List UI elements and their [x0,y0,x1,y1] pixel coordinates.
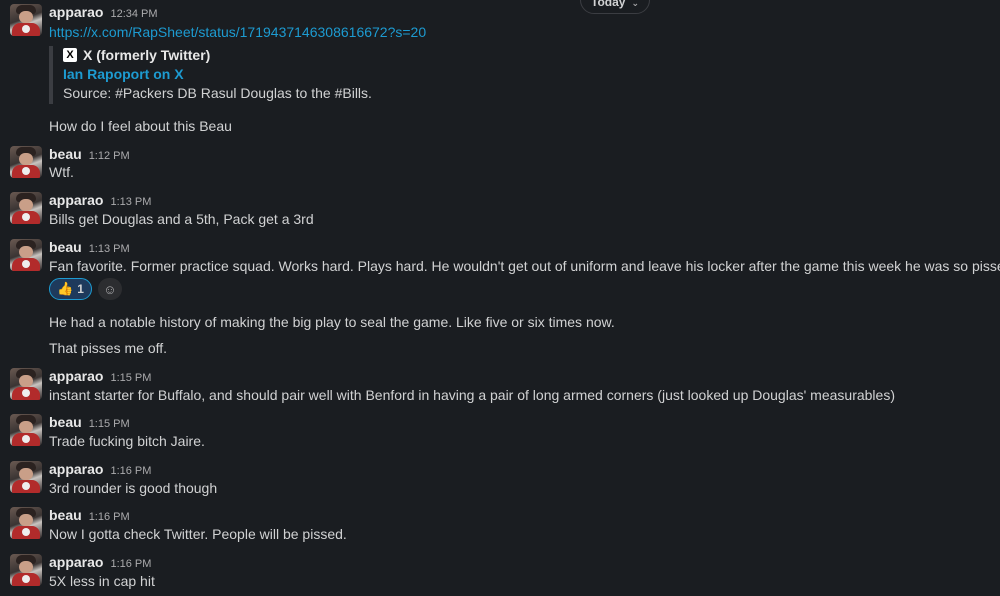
avatar[interactable] [10,239,42,271]
avatar[interactable] [10,461,42,493]
message-link[interactable]: https://x.com/RapSheet/status/1719437146… [49,24,426,40]
message-text: Fan favorite. Former practice squad. Wor… [49,258,1000,274]
message-feed: Today ⌄ apparao 12:34 PM https://x.com/R… [0,0,1000,596]
avatar[interactable] [10,192,42,224]
message-text: He had a notable history of making the b… [49,314,615,330]
message-header: apparao 12:34 PM [49,4,158,22]
message-header: apparao 1:15 PM [49,368,151,386]
date-divider-label: Today [591,0,626,9]
author-name[interactable]: apparao [49,4,103,20]
message-text: 5X less in cap hit [49,573,155,589]
author-name[interactable]: apparao [49,554,103,570]
thumbs-up-icon: 👍 [57,281,74,296]
message-header: apparao 1:13 PM [49,192,151,210]
message-header: apparao 1:16 PM [49,461,151,479]
message-text: Now I gotta check Twitter. People will b… [49,526,347,542]
x-logo-icon: X [63,48,77,62]
avatar[interactable] [10,146,42,178]
avatar[interactable] [10,368,42,400]
timestamp[interactable]: 1:16 PM [110,465,151,477]
author-name[interactable]: beau [49,146,82,162]
author-name[interactable]: beau [49,507,82,523]
message-header: beau 1:12 PM [49,146,130,164]
reaction-pill[interactable]: 👍 1 [49,278,92,300]
message-text: instant starter for Buffalo, and should … [49,387,895,403]
unfurl-source-label: X (formerly Twitter) [83,47,211,63]
timestamp[interactable]: 1:12 PM [89,150,130,162]
message-header: beau 1:16 PM [49,507,130,525]
author-name[interactable]: beau [49,414,82,430]
message-header: beau 1:15 PM [49,414,130,432]
timestamp[interactable]: 1:16 PM [110,558,151,570]
add-emoji-icon: ☺ [103,281,117,297]
timestamp[interactable]: 12:34 PM [110,8,157,20]
message-text: Wtf. [49,164,74,180]
message-text: How do I feel about this Beau [49,118,232,134]
message-text: 3rd rounder is good though [49,480,218,496]
date-divider-button[interactable]: Today ⌄ [580,0,650,14]
author-name[interactable]: apparao [49,368,103,384]
timestamp[interactable]: 1:15 PM [110,372,151,384]
link-unfurl: X X (formerly Twitter) Ian Rapoport on X… [49,46,372,104]
timestamp[interactable]: 1:13 PM [110,196,151,208]
timestamp[interactable]: 1:16 PM [89,511,130,523]
unfurl-source: X X (formerly Twitter) [63,46,372,64]
message-text: Bills get Douglas and a 5th, Pack get a … [49,211,314,227]
avatar[interactable] [10,414,42,446]
message-text: Trade fucking bitch Jaire. [49,433,205,449]
add-reaction-button[interactable]: ☺ [97,278,122,300]
author-name[interactable]: apparao [49,461,103,477]
reaction-count: 1 [77,282,84,296]
timestamp[interactable]: 1:15 PM [89,418,130,430]
avatar[interactable] [10,4,42,36]
message-text: That pisses me off. [49,340,168,356]
timestamp[interactable]: 1:13 PM [89,243,130,255]
avatar[interactable] [10,554,42,586]
author-name[interactable]: apparao [49,192,103,208]
unfurl-title-link[interactable]: Ian Rapoport on X [63,66,372,82]
chevron-down-icon: ⌄ [631,0,639,8]
avatar[interactable] [10,507,42,539]
message-header: apparao 1:16 PM [49,554,151,572]
reactions-bar: 👍 1 ☺ [49,278,122,300]
author-name[interactable]: beau [49,239,82,255]
unfurl-body: Source: #Packers DB Rasul Douglas to the… [63,85,372,101]
message-header: beau 1:13 PM [49,239,130,257]
